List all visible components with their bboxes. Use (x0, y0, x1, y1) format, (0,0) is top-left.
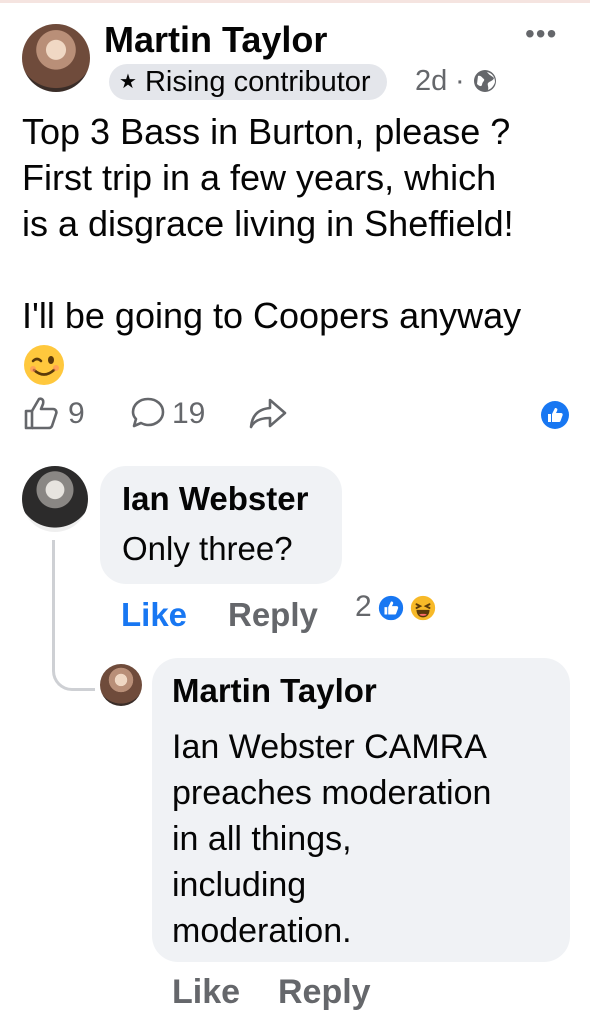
haha-reaction-icon[interactable] (409, 594, 437, 622)
post-text-line: I'll be going to Coopers anyway (22, 295, 522, 336)
separator-dot: · (455, 65, 465, 97)
contributor-badge[interactable]: ★ Rising contributor (109, 64, 387, 100)
post-text-line: Top 3 Bass in Burton, please ? (22, 111, 511, 152)
comment-like-button[interactable]: Like (121, 595, 187, 635)
badge-label: Rising contributor (144, 65, 371, 98)
post-text-line: First trip in a few years, which (22, 157, 497, 198)
post-text-line: is a disgrace living in Sheffield! (22, 203, 514, 244)
share-icon[interactable] (248, 396, 288, 430)
commenter-avatar[interactable] (22, 466, 88, 532)
comment-bubble: Ian Webster Only three? (100, 466, 342, 584)
more-icon[interactable]: ••• (525, 20, 565, 48)
post-author-name[interactable]: Martin Taylor (104, 20, 327, 60)
reply-text-line: including (172, 866, 307, 904)
reply-author-name[interactable]: Martin Taylor (172, 672, 377, 710)
like-reaction-icon[interactable] (540, 400, 570, 430)
star-icon: ★ (119, 71, 137, 93)
reply-thread-line (52, 540, 95, 691)
top-divider (0, 0, 590, 3)
reply-text-line: in all things, (172, 820, 352, 858)
globe-icon[interactable] (473, 69, 497, 93)
post-body: Top 3 Bass in Burton, please ? First tri… (22, 109, 577, 339)
reply-author-avatar[interactable] (100, 664, 142, 706)
comment-reply-button[interactable]: Reply (228, 595, 318, 635)
comment-author-name[interactable]: Ian Webster (122, 480, 308, 518)
post-text-line (22, 247, 577, 293)
reply-text-line: moderation. (172, 912, 352, 950)
comment-reaction-count[interactable]: 2 (355, 589, 372, 625)
winking-face-icon (24, 345, 64, 385)
reply-bubble: Martin Taylor Ian Webster CAMRA preaches… (152, 658, 570, 962)
like-count[interactable]: 9 (68, 394, 85, 434)
comment-icon[interactable] (130, 396, 166, 430)
thumbs-up-icon[interactable] (22, 394, 60, 432)
post-timestamp[interactable]: 2d (415, 63, 447, 99)
reply-text-line: preaches moderation (172, 774, 492, 812)
reply-like-button[interactable]: Like (172, 972, 240, 1012)
reply-reply-button[interactable]: Reply (278, 972, 371, 1012)
reply-text: Ian Webster CAMRA preaches moderation in… (172, 724, 562, 954)
author-avatar[interactable] (22, 24, 90, 92)
reply-text-line: Ian Webster CAMRA (172, 728, 487, 766)
comment-text: Only three? (122, 530, 293, 567)
post-actions: 9 19 (22, 392, 578, 436)
comment-count[interactable]: 19 (172, 394, 205, 434)
like-reaction-icon[interactable] (377, 594, 405, 622)
